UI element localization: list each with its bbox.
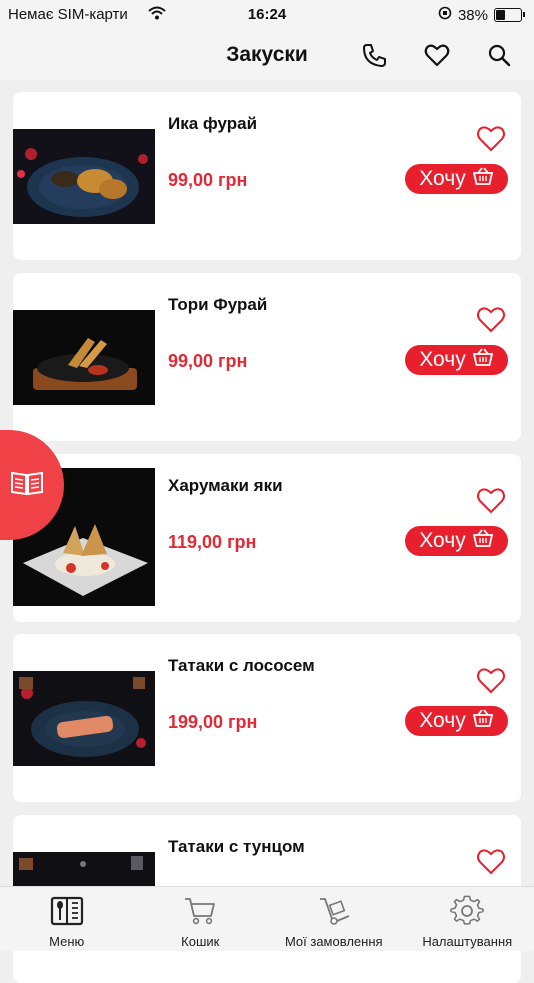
hand-truck-icon <box>316 895 352 934</box>
product-name: Тори Фурай <box>168 295 267 315</box>
want-button-label: Хочу <box>419 167 465 191</box>
product-price: 119,00 грн <box>168 532 256 553</box>
product-image <box>13 310 155 405</box>
menu-book-icon <box>49 895 85 934</box>
open-book-icon <box>10 470 44 501</box>
favorite-heart-icon[interactable] <box>476 847 506 875</box>
phone-icon[interactable] <box>361 42 387 68</box>
want-button[interactable]: Хочу <box>405 706 508 736</box>
product-name: Татаки с лососем <box>168 656 315 676</box>
favorite-heart-icon[interactable] <box>476 486 506 514</box>
favorite-heart-icon[interactable] <box>476 305 506 333</box>
tab-menu[interactable]: Меню <box>0 887 134 951</box>
status-bar: Немає SIM-карти 16:24 38% <box>0 0 534 30</box>
basket-icon <box>472 166 494 192</box>
product-name: Ика фурай <box>168 114 257 134</box>
product-name: Татаки с тунцом <box>168 837 305 857</box>
favorite-heart-icon[interactable] <box>476 124 506 152</box>
product-card[interactable]: Татаки с лососем 199,00 грн Хочу <box>13 634 521 802</box>
product-card[interactable]: Харумаки яки 119,00 грн Хочу <box>13 454 521 622</box>
product-price: 99,00 грн <box>168 351 247 372</box>
favorites-heart-icon[interactable] <box>424 42 450 68</box>
header: Закуски <box>0 30 534 80</box>
battery-percent: 38% <box>458 7 488 24</box>
orientation-lock-icon <box>438 6 452 24</box>
tab-settings-label: Налаштування <box>422 934 512 949</box>
tab-my-orders[interactable]: Мої замовлення <box>267 887 401 951</box>
want-button[interactable]: Хочу <box>405 345 508 375</box>
gear-icon <box>449 895 485 934</box>
search-icon[interactable] <box>486 42 512 68</box>
basket-icon <box>472 528 494 554</box>
battery-icon <box>494 8 522 22</box>
want-button[interactable]: Хочу <box>405 164 508 194</box>
tab-cart[interactable]: Кошик <box>134 887 268 951</box>
want-button-label: Хочу <box>419 348 465 372</box>
tab-menu-label: Меню <box>49 934 84 949</box>
basket-icon <box>472 347 494 373</box>
want-button-label: Хочу <box>419 709 465 733</box>
bottom-tab-bar: Меню Кошик Мої замовлення <box>0 886 534 951</box>
product-card[interactable]: Ика фурай 99,00 грн Хочу <box>13 92 521 260</box>
product-name: Харумаки яки <box>168 476 283 496</box>
want-button-label: Хочу <box>419 529 465 553</box>
favorite-heart-icon[interactable] <box>476 666 506 694</box>
basket-icon <box>472 708 494 734</box>
tab-my-orders-label: Мої замовлення <box>285 934 383 949</box>
product-card[interactable]: Тори Фурай 99,00 грн Хочу <box>13 273 521 441</box>
product-image <box>13 671 155 766</box>
tab-settings[interactable]: Налаштування <box>401 887 534 951</box>
product-price: 199,00 грн <box>168 712 257 733</box>
product-price: 99,00 грн <box>168 170 247 191</box>
tab-cart-label: Кошик <box>181 934 219 949</box>
want-button[interactable]: Хочу <box>405 526 508 556</box>
product-image <box>13 129 155 224</box>
page-title: Закуски <box>180 43 354 67</box>
cart-icon <box>182 895 218 934</box>
